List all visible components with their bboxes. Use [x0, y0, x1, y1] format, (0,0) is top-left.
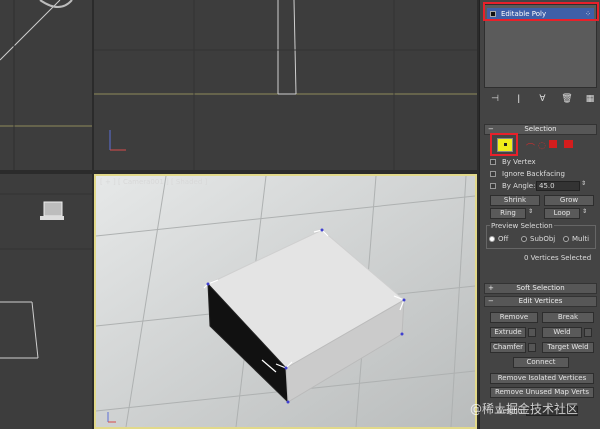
remove-isolated-vertices-button[interactable]: Remove Isolated Vertices: [490, 373, 594, 384]
by-vertex-checkbox[interactable]: [490, 159, 496, 165]
selection-status: 0 Vertices Selected: [524, 254, 592, 262]
by-angle-checkbox[interactable]: [490, 183, 496, 189]
connect-button[interactable]: Connect: [513, 357, 569, 368]
viewport-top-middle[interactable]: [94, 0, 477, 170]
selection-title: Selection: [524, 125, 557, 133]
remove-button[interactable]: Remove: [490, 312, 538, 323]
remove-unused-map-verts-button[interactable]: Remove Unused Map Verts: [490, 387, 594, 398]
expand-icon: +: [488, 284, 494, 292]
preview-subobj-label: SubObj: [530, 235, 556, 243]
chamfer-button[interactable]: Chamfer: [490, 342, 526, 353]
preview-subobj-radio[interactable]: [521, 236, 527, 242]
weld-button[interactable]: Weld: [542, 327, 582, 338]
grow-button[interactable]: Grow: [544, 195, 594, 206]
chamfer-settings-button[interactable]: [528, 343, 536, 352]
element-mode-icon[interactable]: [564, 140, 573, 148]
ring-spinner-icon[interactable]: ⇕: [528, 208, 533, 215]
highlight-box-vertex: [490, 133, 518, 156]
ignore-backfacing-checkbox[interactable]: [490, 171, 496, 177]
viewport-bottom-left-grid: [0, 193, 92, 359]
soft-selection-title: Soft Selection: [516, 284, 565, 292]
watermark: @稀土掘金技术社区: [470, 402, 579, 416]
viewport-bottom-left[interactable]: [0, 174, 92, 429]
remove-modifier-icon[interactable]: 🗑: [561, 94, 572, 104]
by-angle-label: By Angle:: [502, 182, 536, 190]
make-unique-icon[interactable]: ∀: [538, 94, 548, 104]
shrink-button[interactable]: Shrink: [490, 195, 540, 206]
ignore-backfacing-label: Ignore Backfacing: [502, 170, 565, 178]
preview-selection-title: Preview Selection: [490, 222, 554, 230]
collapse-icon: −: [488, 297, 494, 305]
show-end-result-icon[interactable]: ǀ: [514, 94, 524, 104]
pin-stack-icon[interactable]: ⊣: [490, 94, 500, 104]
loop-button[interactable]: Loop: [544, 208, 580, 219]
angle-field[interactable]: 45.0: [536, 181, 580, 191]
camera-viewport-label[interactable]: [ + ] [ Camera001 ] [ Shaded ]: [100, 178, 207, 186]
viewport-top-left-grid: [0, 0, 92, 170]
preview-off-label: Off: [498, 235, 509, 243]
soft-selection-rollout-header[interactable]: + Soft Selection: [484, 283, 597, 294]
loop-spinner-icon[interactable]: ⇕: [582, 208, 587, 215]
target-weld-button[interactable]: Target Weld: [542, 342, 594, 353]
edit-vertices-rollout-header[interactable]: − Edit Vertices: [484, 296, 597, 307]
viewport-top-middle-grid: [94, 0, 477, 170]
stack-toolbar: ⊣ ǀ ∀ 🗑 ▦: [490, 92, 595, 106]
preview-off-radio[interactable]: [489, 236, 495, 242]
weld-settings-button[interactable]: [584, 328, 592, 337]
viewport-camera[interactable]: [ + ] [ Camera001 ] [ Shaded ]: [94, 174, 477, 429]
polygon-mode-icon[interactable]: [549, 140, 557, 148]
highlight-box-modifier: [483, 2, 599, 21]
extrude-settings-button[interactable]: [528, 328, 536, 337]
preview-multi-radio[interactable]: [563, 236, 569, 242]
viewport-top-left[interactable]: [0, 0, 92, 170]
extrude-button[interactable]: Extrude: [490, 327, 526, 338]
camera-scene: [96, 176, 475, 427]
by-vertex-label: By Vertex: [502, 158, 536, 166]
preview-multi-label: Multi: [572, 235, 590, 243]
command-panel: Editable Poly ⁘ ⊣ ǀ ∀ 🗑 ▦ − Selection ⌒ …: [479, 0, 600, 429]
edge-mode-icon[interactable]: ⌒: [526, 141, 535, 154]
configure-sets-icon[interactable]: ▦: [585, 94, 595, 104]
ring-button[interactable]: Ring: [490, 208, 526, 219]
angle-spinner-icon[interactable]: ⇕: [581, 180, 586, 187]
edit-vertices-title: Edit Vertices: [518, 297, 563, 305]
border-mode-icon[interactable]: ◌: [538, 141, 546, 151]
break-button[interactable]: Break: [542, 312, 594, 323]
